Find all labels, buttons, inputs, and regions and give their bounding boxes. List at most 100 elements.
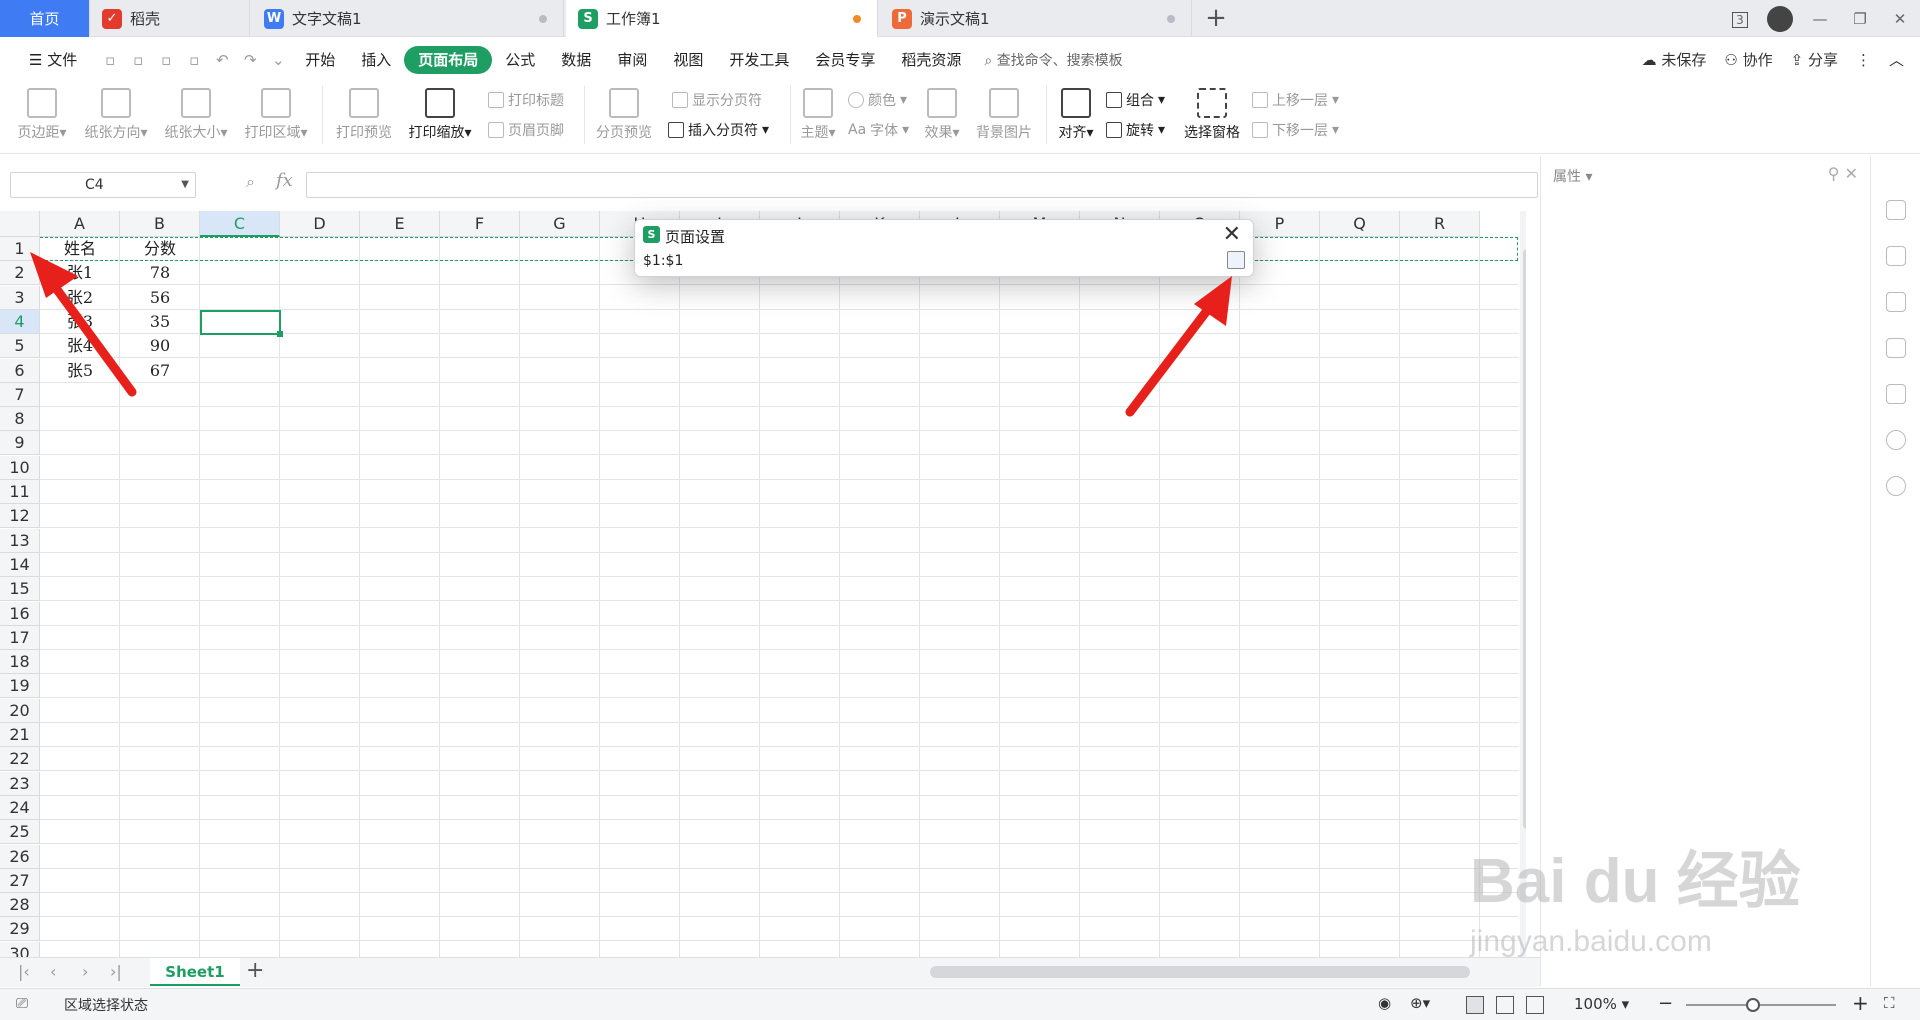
unsaved-button[interactable]: ☁ 未保存 xyxy=(1642,49,1707,70)
row-header-16[interactable]: 16 xyxy=(0,601,40,626)
first-sheet-icon[interactable]: |‹ xyxy=(18,962,30,981)
pin-icon[interactable]: ⚲ xyxy=(1828,164,1840,183)
column-header-d[interactable]: D xyxy=(280,211,360,237)
vertical-scroll-thumb[interactable] xyxy=(1523,249,1526,829)
window-count-icon[interactable]: 3 xyxy=(1720,10,1760,28)
column-header-a[interactable]: A xyxy=(40,211,120,237)
column-header-b[interactable]: B xyxy=(120,211,200,237)
menu-insert[interactable]: 插入 xyxy=(348,46,404,74)
zoom-level[interactable]: 100% ▾ xyxy=(1574,995,1629,1013)
insert-break-button[interactable]: 插入分页符 ▾ xyxy=(668,120,769,140)
more-icon[interactable]: ⋮ xyxy=(1856,51,1871,69)
cell-a4[interactable]: 张3 xyxy=(40,310,120,334)
add-sheet-button[interactable]: + xyxy=(246,958,264,983)
restore-icon[interactable]: ❐ xyxy=(1840,10,1880,28)
cell-b3[interactable]: 56 xyxy=(120,286,200,310)
page-layout-view-icon[interactable] xyxy=(1496,996,1514,1014)
tab-close-dot[interactable] xyxy=(539,14,547,23)
row-header-15[interactable]: 15 xyxy=(0,577,40,602)
row-header-6[interactable]: 6 xyxy=(0,358,40,383)
unsaved-dot[interactable] xyxy=(853,14,861,23)
cell-b2[interactable]: 78 xyxy=(120,261,200,285)
print-titles-button[interactable]: 打印标题 xyxy=(488,90,564,110)
normal-view-icon[interactable] xyxy=(1466,996,1484,1014)
cell-b5[interactable]: 90 xyxy=(120,334,200,358)
select-all-corner[interactable] xyxy=(0,211,40,237)
print-scale-button[interactable]: 打印缩放▾ xyxy=(404,84,476,142)
row-header-5[interactable]: 5 xyxy=(0,334,40,359)
menu-page-layout[interactable]: 页面布局 xyxy=(404,45,493,74)
expand-dialog-button[interactable] xyxy=(1227,251,1245,269)
share-button[interactable]: ⇪ 分享 xyxy=(1791,49,1838,70)
row-header-8[interactable]: 8 xyxy=(0,407,40,432)
command-search[interactable]: ⌕ 查找命令、搜索模板 xyxy=(984,50,1122,70)
row-header-23[interactable]: 23 xyxy=(0,771,40,796)
zoom-in-icon[interactable]: + xyxy=(1852,991,1869,1015)
menu-member[interactable]: 会员专享 xyxy=(802,46,888,74)
row-header-1[interactable]: 1 xyxy=(0,237,40,261)
selection-pane-button[interactable]: 选择窗格 xyxy=(1180,84,1244,142)
sheet-tab-sheet1[interactable]: Sheet1 xyxy=(150,958,240,986)
row-header-9[interactable]: 9 xyxy=(0,431,40,456)
row-header-19[interactable]: 19 xyxy=(0,674,40,699)
row-header-10[interactable]: 10 xyxy=(0,455,40,480)
image-settings-icon[interactable] xyxy=(1886,384,1906,404)
collab-button[interactable]: ⚇ 协作 xyxy=(1724,49,1772,70)
cursor-icon[interactable] xyxy=(1886,246,1906,266)
sliders-icon[interactable] xyxy=(1886,292,1906,312)
column-header-f[interactable]: F xyxy=(440,211,520,237)
row-header-27[interactable]: 27 xyxy=(0,868,40,893)
zoom-formula-icon[interactable]: ⌕ xyxy=(246,172,255,192)
tab-presentation[interactable]: P 演示文稿1 xyxy=(880,0,1192,37)
tab-document[interactable]: W 文字文稿1 xyxy=(252,0,564,37)
theme-button[interactable]: 主题▾ xyxy=(796,84,840,142)
row-header-4[interactable]: 4 xyxy=(0,309,40,334)
next-sheet-icon[interactable]: › xyxy=(82,962,88,981)
row-header-24[interactable]: 24 xyxy=(0,795,40,820)
column-header-g[interactable]: G xyxy=(520,211,600,237)
preview-icon[interactable]: ▫ xyxy=(183,49,205,71)
chevron-down-icon[interactable]: ⌄ xyxy=(267,49,289,71)
column-header-e[interactable]: E xyxy=(360,211,440,237)
row-header-25[interactable]: 25 xyxy=(0,820,40,845)
tab-close-dot[interactable] xyxy=(1167,14,1175,23)
page-break-view-icon[interactable] xyxy=(1526,996,1544,1014)
range-input[interactable]: $1:$1 xyxy=(641,250,1247,272)
row-header-29[interactable]: 29 xyxy=(0,917,40,942)
last-sheet-icon[interactable]: ›| xyxy=(110,962,122,981)
align-button[interactable]: 对齐▾ xyxy=(1054,84,1098,142)
row-header-30[interactable]: 30 xyxy=(0,941,40,957)
print-preview-button[interactable]: 打印预览 xyxy=(332,84,396,142)
macro-icon[interactable]: ⎚ xyxy=(16,994,28,1012)
zoom-slider[interactable] xyxy=(1686,1004,1836,1006)
prev-sheet-icon[interactable]: ‹ xyxy=(50,962,56,981)
column-header-r[interactable]: R xyxy=(1400,211,1480,237)
minimize-icon[interactable]: — xyxy=(1800,10,1840,28)
header-footer-button[interactable]: 页眉页脚 xyxy=(488,120,564,140)
undo-icon[interactable]: ↶ xyxy=(211,49,233,71)
print-area-button[interactable]: 打印区域▾ xyxy=(240,84,312,142)
tab-daoke[interactable]: ✓ 稻壳 xyxy=(90,0,250,37)
menu-review[interactable]: 审阅 xyxy=(604,46,660,74)
column-header-c[interactable]: C xyxy=(200,211,280,237)
save-icon[interactable]: ▫ xyxy=(99,49,121,71)
properties-title[interactable]: 属性 ▾ xyxy=(1553,166,1592,186)
menu-formula[interactable]: 公式 xyxy=(492,46,548,74)
lightning-icon[interactable] xyxy=(1886,430,1906,450)
page-break-preview-button[interactable]: 分页预览 xyxy=(592,84,656,142)
tab-home[interactable]: 首页 xyxy=(0,0,90,37)
cell-a3[interactable]: 张2 xyxy=(40,286,120,310)
row-header-18[interactable]: 18 xyxy=(0,650,40,675)
close-icon[interactable]: ✕ xyxy=(1223,222,1241,247)
help-icon[interactable] xyxy=(1886,476,1906,496)
show-breaks-checkbox[interactable]: 显示分页符 xyxy=(672,90,762,110)
chevron-down-icon[interactable]: ▼ xyxy=(181,173,189,197)
orientation-button[interactable]: 纸张方向▾ xyxy=(80,84,152,142)
spreadsheet-grid[interactable]: ABCDEFGHIJKLMNOPQR 123456789101112131415… xyxy=(0,211,1526,957)
close-icon[interactable]: ✕ xyxy=(1880,10,1920,28)
print-icon[interactable]: ▫ xyxy=(155,49,177,71)
name-box[interactable]: C4 ▼ xyxy=(10,172,196,198)
column-header-q[interactable]: Q xyxy=(1320,211,1400,237)
row-header-20[interactable]: 20 xyxy=(0,698,40,723)
row-header-14[interactable]: 14 xyxy=(0,552,40,577)
